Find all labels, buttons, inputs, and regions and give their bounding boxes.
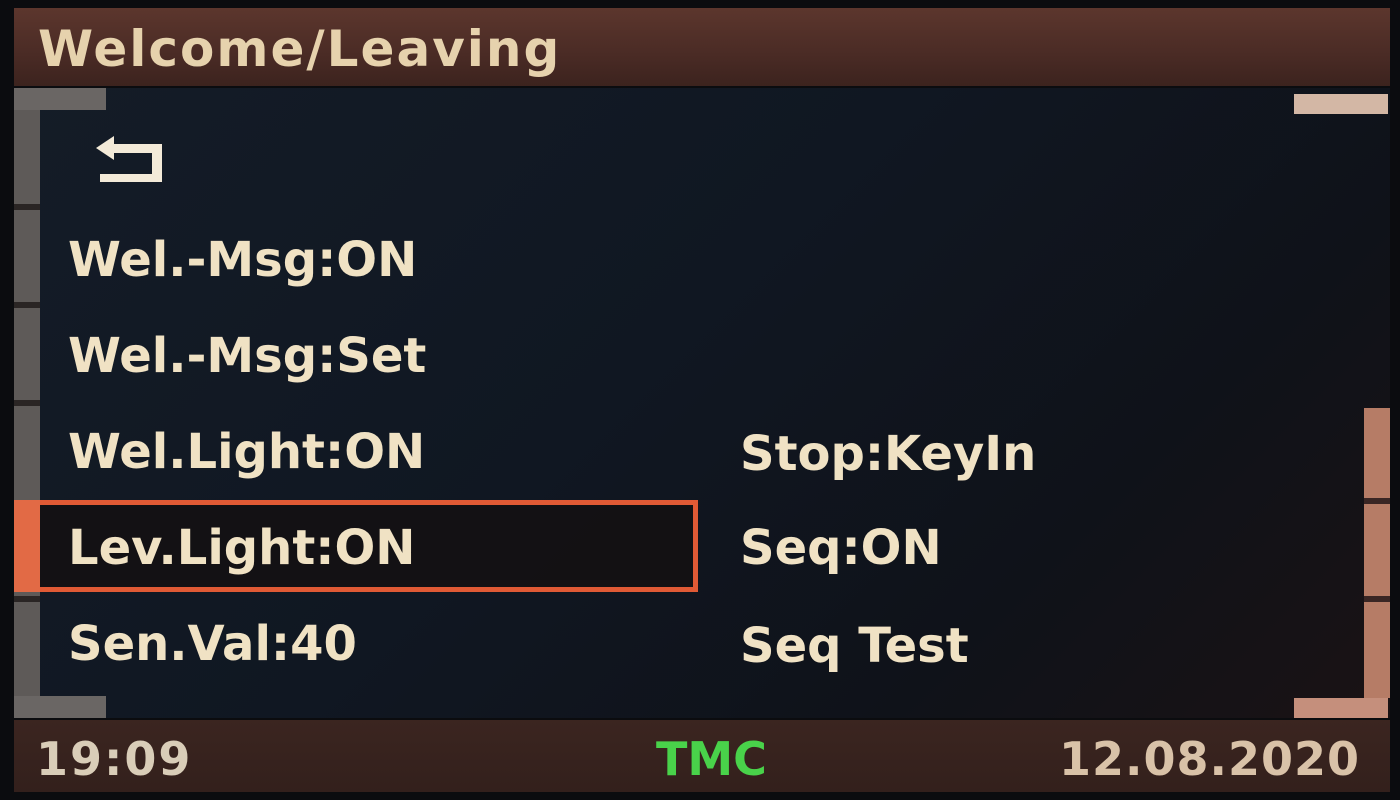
status-bar: 19:09 TMC 12.08.2020 — [14, 720, 1390, 792]
left-bracket-top — [14, 88, 106, 110]
menu-item-welcome-message-set[interactable]: Wel.-Msg:Set — [68, 332, 426, 380]
left-bracket-divider — [14, 302, 40, 308]
right-bracket-divider — [1364, 596, 1390, 602]
menu-item-welcome-light[interactable]: Wel.Light:ON — [68, 428, 425, 476]
left-bracket-divider — [14, 400, 40, 406]
menu-item-stop-key-in[interactable]: Stop:KeyIn — [740, 430, 1036, 478]
left-bracket-bottom — [14, 696, 106, 718]
right-bracket-top — [1294, 94, 1388, 114]
menu-item-sequence[interactable]: Seq:ON — [740, 524, 942, 572]
right-bracket-divider — [1364, 498, 1390, 504]
page-title: Welcome/Leaving — [38, 20, 562, 78]
menu-item-sequence-test[interactable]: Seq Test — [740, 622, 969, 670]
menu-item-sensor-value[interactable]: Sen.Val:40 — [68, 620, 357, 668]
date-display: 12.08.2020 — [1058, 732, 1360, 786]
right-bracket-bottom — [1294, 698, 1388, 718]
back-arrow-icon[interactable] — [94, 134, 174, 188]
menu-item-welcome-message[interactable]: Wel.-Msg:ON — [68, 236, 417, 284]
left-bracket-divider — [14, 204, 40, 210]
tmc-indicator: TMC — [656, 732, 767, 786]
menu-item-leaving-light[interactable]: Lev.Light:ON — [68, 524, 415, 572]
right-scroll-indicator — [1364, 408, 1390, 698]
selection-marker — [14, 500, 40, 592]
clock-time: 19:09 — [36, 732, 193, 786]
left-bracket-divider — [14, 596, 40, 602]
idrive-screen: Welcome/Leaving Wel.-Msg:ON Wel.-Msg:Set… — [0, 0, 1400, 800]
title-bar: Welcome/Leaving — [14, 8, 1390, 86]
